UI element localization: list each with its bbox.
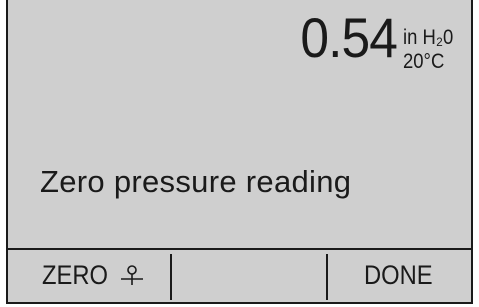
done-softkey-label: DONE xyxy=(364,260,433,290)
zero-softkey-label: ZERO xyxy=(42,260,109,290)
device-screen: 0.54 in H₂0 20°C Zero pressure reading Z… xyxy=(6,0,473,304)
temperature-reading: 20°C xyxy=(403,50,445,73)
prompt-message: Zero pressure reading xyxy=(40,164,352,199)
zero-symbol-icon xyxy=(121,265,144,285)
done-softkey[interactable]: DONE xyxy=(326,250,471,300)
pressure-reading-value: 0.54 xyxy=(300,6,398,69)
blank-softkey[interactable] xyxy=(168,250,326,300)
pressure-unit: in H₂0 xyxy=(403,26,454,49)
softkey-bar: ZERO DONE xyxy=(8,250,471,302)
zero-softkey[interactable]: ZERO xyxy=(8,250,168,300)
reading-units: in H₂0 20°C xyxy=(403,26,458,74)
